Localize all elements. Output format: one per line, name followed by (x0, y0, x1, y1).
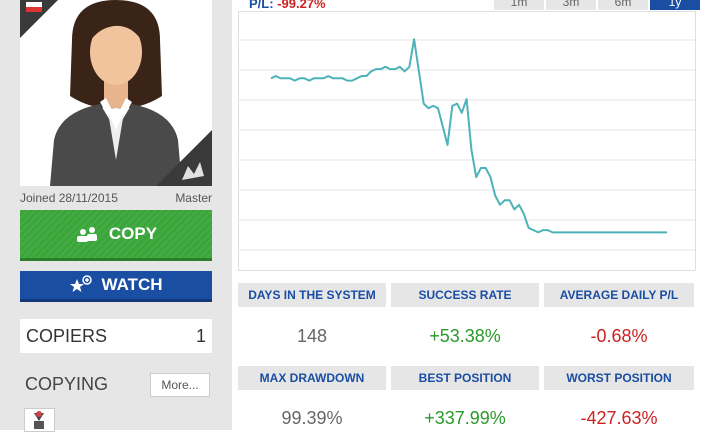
tab-6m[interactable]: 6m (598, 0, 648, 10)
copied-trader-avatar[interactable] (24, 408, 55, 432)
pl-label: P/L: (249, 0, 274, 11)
stat-label-days: DAYS IN THE SYSTEM (238, 283, 386, 307)
copiers-count: 1 (195, 325, 206, 346)
stat-value-success-rate: +53.38% (429, 325, 501, 346)
stat-value-max-drawdown: 99.39% (281, 407, 343, 428)
stat-label-max-drawdown: MAX DRAWDOWN (238, 366, 386, 390)
tab-3m[interactable]: 3m (546, 0, 596, 10)
performance-chart (238, 11, 696, 271)
avatar-placeholder-icon (20, 0, 212, 186)
stat-value-worst-position: -427.63% (580, 407, 658, 428)
watch-button[interactable]: WATCH (20, 271, 212, 302)
stat-label-avg-daily-pl: AVERAGE DAILY P/L (544, 283, 694, 307)
trader-level: Master (175, 191, 212, 205)
pl-value: -99.27% (277, 0, 326, 11)
profile-panel: Joined 28/11/2015 Master COPY WATCH COPI… (0, 0, 232, 432)
copy-label: COPY (108, 224, 158, 243)
avatar (20, 0, 212, 186)
series-line (270, 38, 667, 234)
stat-value-avg-daily-pl: -0.68% (590, 325, 648, 346)
tab-1y[interactable]: 1y (650, 0, 700, 10)
star-plus-icon (70, 275, 93, 292)
copying-label: COPYING (25, 374, 109, 394)
pl-summary: P/L: -99.27% (249, 0, 326, 11)
stat-label-worst-position: WORST POSITION (544, 366, 694, 390)
period-tabs: 1m 3m 6m 1y (494, 0, 702, 10)
copy-button[interactable]: COPY (20, 210, 212, 261)
stat-value-best-position: +337.99% (424, 407, 506, 428)
copiers-label: COPIERS (26, 325, 108, 346)
performance-chart-svg (239, 38, 695, 251)
tab-1m[interactable]: 1m (494, 0, 544, 10)
stat-label-success-rate: SUCCESS RATE (391, 283, 539, 307)
watch-label: WATCH (101, 275, 163, 294)
users-icon (76, 227, 97, 242)
more-button[interactable]: More... (150, 373, 210, 397)
stat-label-best-position: BEST POSITION (391, 366, 539, 390)
stat-value-days: 148 (296, 325, 328, 346)
trader-avatar-icon (34, 411, 44, 429)
copiers-row: COPIERS 1 (20, 319, 212, 353)
